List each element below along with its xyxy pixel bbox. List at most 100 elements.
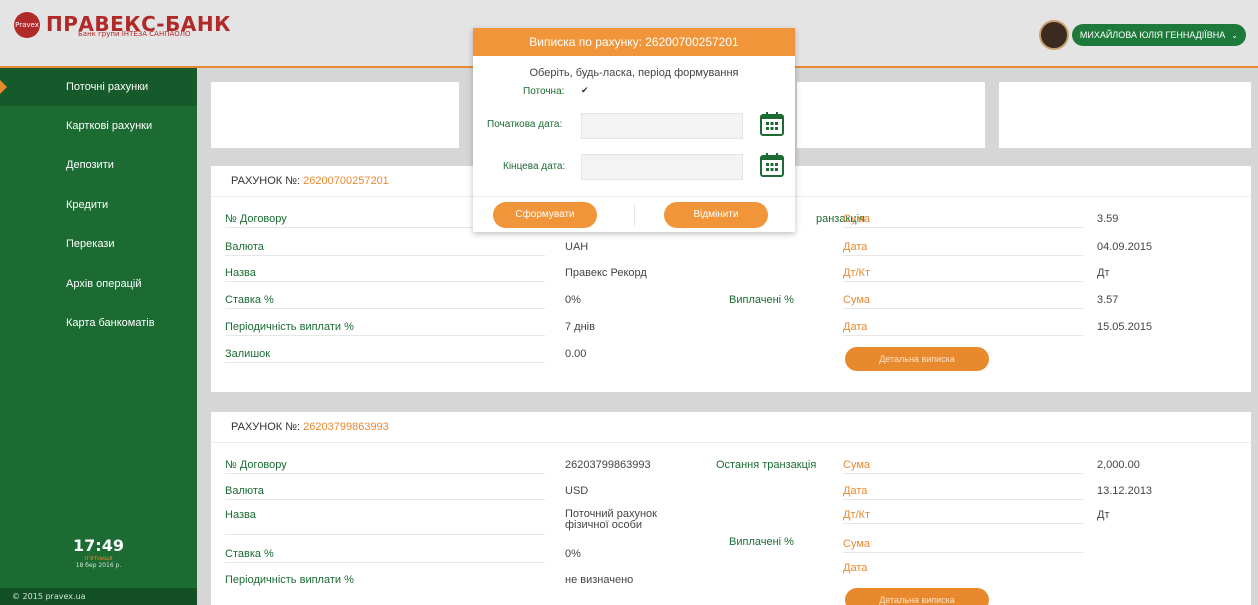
payment-period-label: Періодичність виплати % xyxy=(225,574,354,586)
paid-date-value: 15.05.2015 xyxy=(1097,321,1153,333)
avatar[interactable] xyxy=(1038,20,1069,50)
sidebar-item-current-accounts[interactable]: Поточні рахунки xyxy=(0,68,197,106)
detail-statement-button[interactable]: Детальна виписка xyxy=(845,347,989,371)
statement-dialog: Виписка по рахунку: 26200700257201 Обері… xyxy=(473,28,795,232)
last-tx-date-label: Дата xyxy=(843,485,868,497)
clock-weekday: п'ятниця xyxy=(84,555,113,562)
rate-label: Ставка % xyxy=(225,294,274,306)
current-period-label: Поточна: xyxy=(523,86,565,97)
rate-value: 0% xyxy=(565,548,581,560)
dialog-subtitle: Оберіть, будь-ласка, період формування xyxy=(529,67,739,79)
user-name-button[interactable]: МИХАЙЛОВА ЮЛІЯ ГЕННАДІЇВНА ⌄ xyxy=(1071,24,1246,46)
sidebar-item-card-accounts[interactable]: Карткові рахунки xyxy=(0,107,197,145)
clock-date: 18 бер 2016 р. xyxy=(75,562,122,569)
paid-date-label: Дата xyxy=(843,321,868,333)
divider xyxy=(225,255,545,256)
calendar-icon[interactable] xyxy=(758,151,786,179)
payment-period-value: 7 днів xyxy=(565,321,595,333)
divider xyxy=(225,473,545,474)
start-date-input[interactable] xyxy=(581,113,743,139)
currency-label: Валюта xyxy=(225,241,264,253)
account-number[interactable]: 26203799863993 xyxy=(303,421,389,433)
divider xyxy=(225,362,545,363)
divider xyxy=(225,335,545,336)
logo-mark: Pravex xyxy=(14,12,40,38)
account-card: РАХУНОК №: 26203799863993 № Договору 262… xyxy=(211,412,1251,605)
divider xyxy=(843,473,1083,474)
divider xyxy=(225,499,545,500)
divider xyxy=(843,523,1083,524)
divider xyxy=(225,534,545,535)
balance-value: 0.00 xyxy=(565,348,587,360)
end-date-input[interactable] xyxy=(581,154,743,180)
last-tx-sum-label: Сума xyxy=(843,213,871,225)
divider xyxy=(843,552,1083,553)
account-title-prefix: РАХУНОК №: xyxy=(231,175,301,187)
last-tx-date-value: 13.12.2013 xyxy=(1097,485,1153,497)
divider xyxy=(225,308,545,309)
chevron-down-icon: ⌄ xyxy=(1231,30,1238,40)
account-title-prefix: РАХУНОК №: xyxy=(231,421,301,433)
divider xyxy=(225,562,545,563)
paid-interest-label: Виплачені % xyxy=(729,294,794,306)
sidebar-item-transfers[interactable]: Перекази xyxy=(0,225,197,263)
detail-statement-button[interactable]: Детальна виписка xyxy=(845,588,989,605)
last-tx-sum-value: 3.59 xyxy=(1097,213,1119,225)
balance-label: Залишок xyxy=(225,348,271,360)
name-value: Правекс Рекорд xyxy=(565,267,647,279)
currency-label: Валюта xyxy=(225,485,264,497)
name-label: Назва xyxy=(225,509,256,521)
divider xyxy=(843,308,1083,309)
calendar-icon[interactable] xyxy=(758,110,786,138)
summary-tile xyxy=(211,82,459,148)
sidebar-item-deposits[interactable]: Депозити xyxy=(0,146,197,184)
submit-button[interactable]: Сформувати xyxy=(493,202,597,228)
summary-tile xyxy=(797,82,985,148)
current-period-checkbox[interactable]: ✔ xyxy=(581,87,590,96)
dialog-title: Виписка по рахунку: 26200700257201 xyxy=(473,28,795,56)
user-menu[interactable]: МИХАЙЛОВА ЮЛІЯ ГЕННАДІЇВНА ⌄ xyxy=(1038,20,1246,50)
divider xyxy=(225,281,545,282)
end-date-label: Кінцева дата: xyxy=(503,161,566,172)
clock-time: 17:49 xyxy=(73,536,124,555)
name-label: Назва xyxy=(225,267,256,279)
summary-tile xyxy=(999,82,1251,148)
currency-value: USD xyxy=(565,485,589,497)
paid-sum-label: Сума xyxy=(843,538,871,550)
last-tx-drcr-value: Дт xyxy=(1097,267,1110,279)
divider xyxy=(843,281,1083,282)
sidebar-item-credits[interactable]: Кредити xyxy=(0,186,197,224)
payment-period-value: не визначено xyxy=(565,574,634,586)
sidebar-item-atm-map[interactable]: Карта банкоматів xyxy=(0,304,197,342)
paid-sum-label: Сума xyxy=(843,294,871,306)
clock: 17:49 п'ятниця 18 бер 2016 р. xyxy=(0,536,197,569)
cancel-button[interactable]: Відмінити xyxy=(664,202,768,228)
start-date-label: Початкова дата: xyxy=(487,119,563,130)
last-tx-date-label: Дата xyxy=(843,241,868,253)
sidebar-item-archive[interactable]: Архів операцій xyxy=(0,265,197,303)
sidebar: Поточні рахунки Карткові рахунки Депозит… xyxy=(0,68,197,605)
contract-label: № Договору xyxy=(225,459,287,471)
last-tx-drcr-label: Дт/Кт xyxy=(843,509,870,521)
payment-period-label: Періодичність виплати % xyxy=(225,321,354,333)
last-tx-sum-value: 2,000.00 xyxy=(1097,459,1140,471)
contract-label: № Договору xyxy=(225,213,287,225)
currency-value: UAH xyxy=(565,241,589,253)
button-separator xyxy=(634,204,635,226)
rate-label: Ставка % xyxy=(225,548,274,560)
bank-subtitle: Банк групи ІНТЕЗА САНПАОЛО xyxy=(78,30,191,38)
divider xyxy=(843,255,1083,256)
paid-interest-label: Виплачені % xyxy=(729,536,794,548)
copyright: © 2015 pravex.ua xyxy=(0,588,197,605)
rate-value: 0% xyxy=(565,294,581,306)
paid-date-label: Дата xyxy=(843,562,868,574)
last-tx-sum-label: Сума xyxy=(843,459,871,471)
account-title: РАХУНОК №: 26203799863993 xyxy=(211,412,1251,443)
last-tx-drcr-label: Дт/Кт xyxy=(843,267,870,279)
dialog-divider xyxy=(473,196,795,197)
account-number[interactable]: 26200700257201 xyxy=(303,175,389,187)
last-transaction-label: Остання транзакція xyxy=(716,459,817,471)
contract-value: 26203799863993 xyxy=(565,459,651,471)
divider xyxy=(843,335,1083,336)
divider xyxy=(843,499,1083,500)
